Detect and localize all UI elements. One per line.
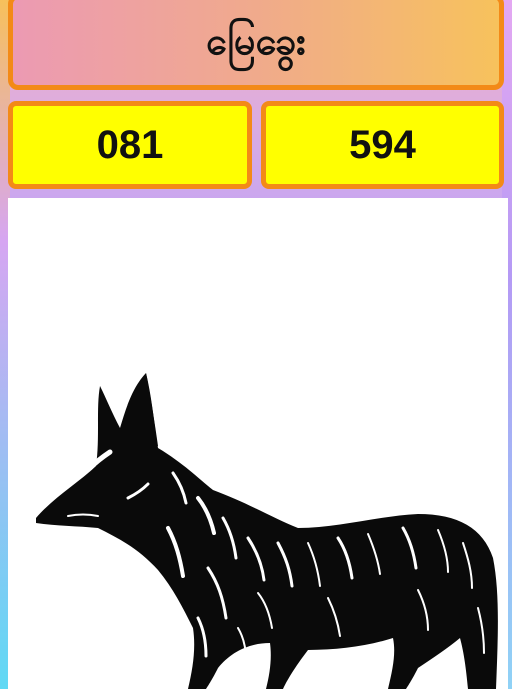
illustration-panel xyxy=(8,198,508,689)
number-value-1: 081 xyxy=(96,122,164,167)
number-value-2: 594 xyxy=(349,122,416,167)
page-title: မြေခွေး xyxy=(206,19,306,63)
title-banner: မြေခွေး xyxy=(8,0,504,90)
dog-illustration-icon xyxy=(36,373,498,689)
number-box-1: 081 xyxy=(8,101,252,189)
number-box-2: 594 xyxy=(261,101,504,189)
